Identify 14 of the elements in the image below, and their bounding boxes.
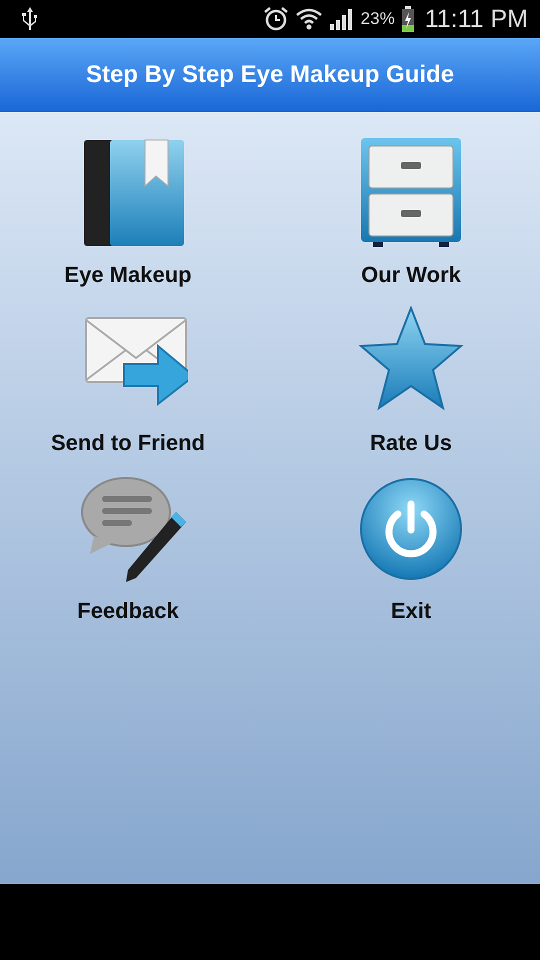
menu-label[interactable]: Feedback	[77, 598, 179, 624]
app-title: Step By Step Eye Makeup Guide	[86, 61, 454, 89]
clock-time: 11:11 PM	[424, 4, 528, 34]
alarm-clock-icon	[262, 6, 289, 32]
wifi-icon	[294, 7, 323, 31]
menu-label[interactable]: Exit	[390, 598, 432, 624]
battery-charging-icon	[400, 6, 415, 32]
signal-icon	[328, 8, 355, 30]
battery-percent: 23%	[360, 9, 395, 29]
usb-icon	[20, 6, 40, 32]
menu-label[interactable]: Send to Friend	[51, 430, 205, 456]
menu-label[interactable]: Rate Us	[370, 430, 452, 456]
menu-label[interactable]: Our Work	[361, 262, 461, 288]
menu-label[interactable]: Eye Makeup	[64, 262, 192, 288]
